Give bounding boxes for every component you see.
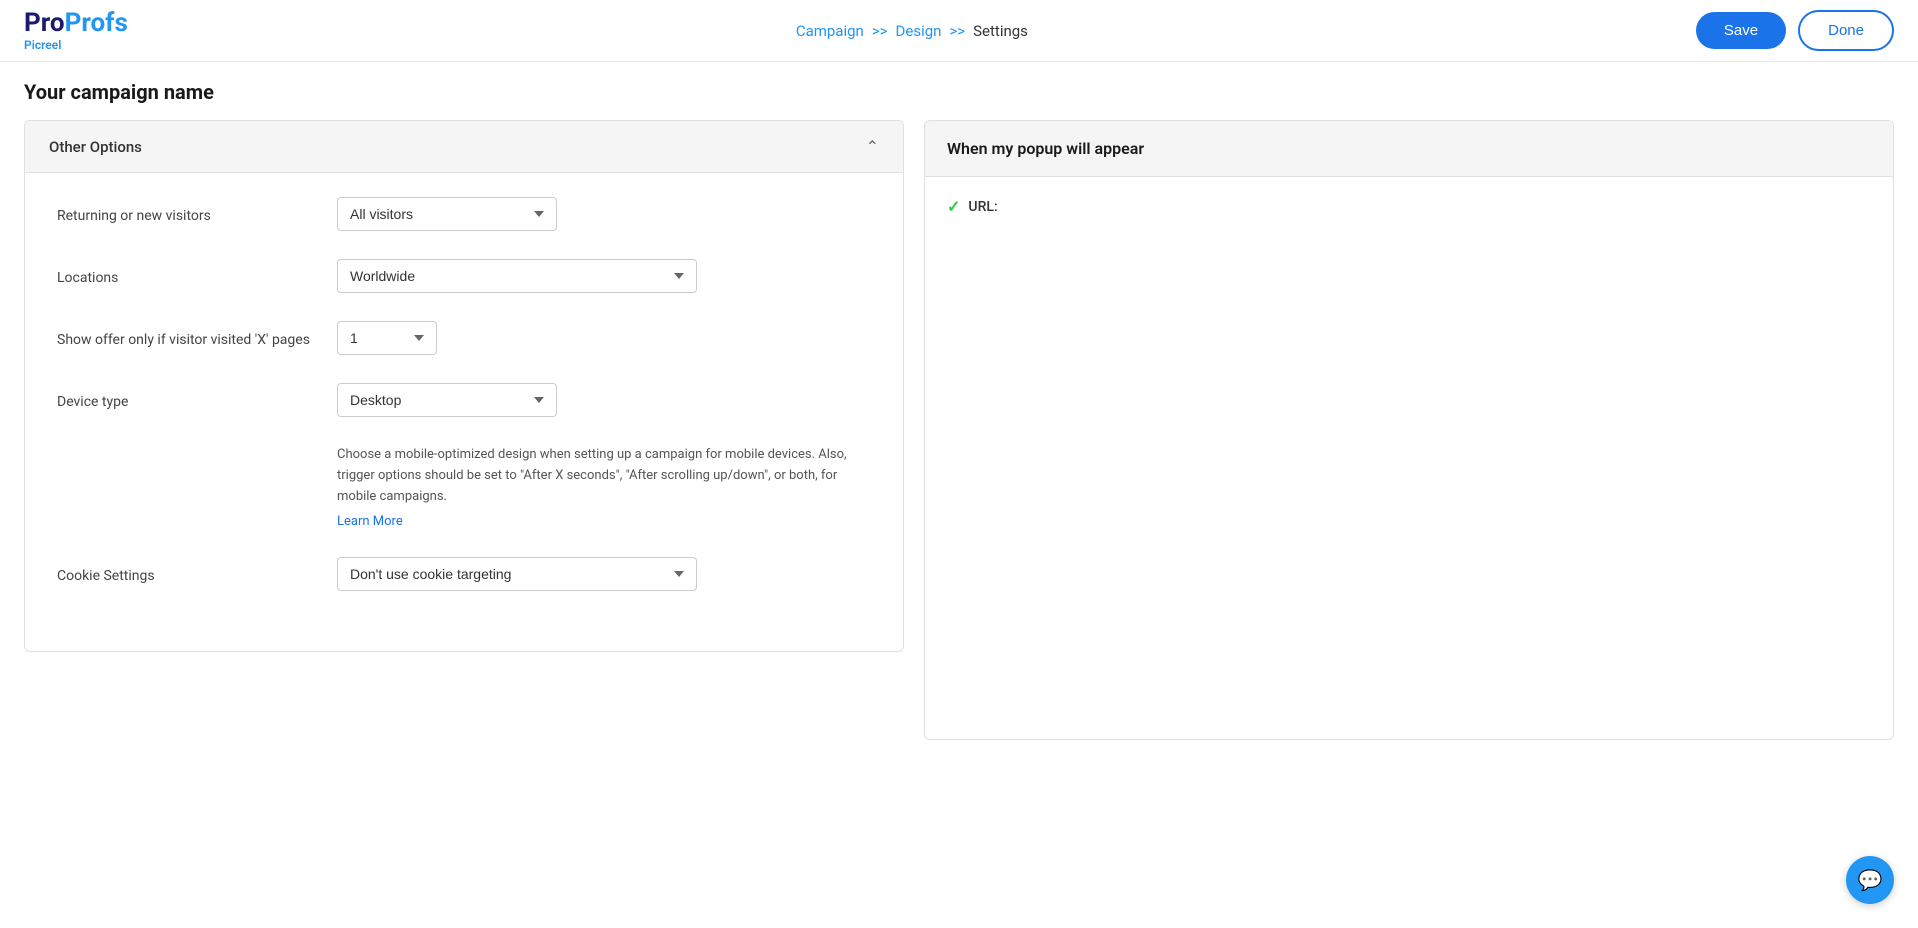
locations-control: Worldwide Specific countries xyxy=(337,259,871,293)
right-panel: When my popup will appear ✓ URL: xyxy=(924,120,1894,740)
logo: ProProfs Picreel xyxy=(24,10,128,52)
url-row: ✓ URL: xyxy=(947,197,1871,216)
chat-icon: 💬 xyxy=(1858,868,1883,892)
breadcrumb-campaign[interactable]: Campaign xyxy=(796,22,864,40)
returning-visitors-control: All visitors Returning visitors New visi… xyxy=(337,197,871,231)
device-type-control: Desktop Mobile All devices xyxy=(337,383,871,417)
mobile-hint-row: Choose a mobile-optimized design when se… xyxy=(57,445,871,529)
breadcrumb: Campaign >> Design >> Settings xyxy=(796,22,1028,40)
logo-profs: Profs xyxy=(65,8,128,38)
save-button[interactable]: Save xyxy=(1696,12,1786,49)
panel-header: Other Options ⌃ xyxy=(25,121,903,173)
page-title: Your campaign name xyxy=(24,80,1894,104)
cookie-settings-row: Cookie Settings Don't use cookie targeti… xyxy=(57,557,871,591)
right-panel-header: When my popup will appear xyxy=(925,121,1893,177)
logo-sub: Picreel xyxy=(24,38,61,52)
main-layout: Other Options ⌃ Returning or new visitor… xyxy=(24,120,1894,740)
mobile-hint-text: Choose a mobile-optimized design when se… xyxy=(337,445,871,507)
returning-visitors-label: Returning or new visitors xyxy=(57,204,337,224)
right-panel-title: When my popup will appear xyxy=(947,139,1144,158)
returning-visitors-select[interactable]: All visitors Returning visitors New visi… xyxy=(337,197,557,231)
chat-bubble[interactable]: 💬 xyxy=(1846,856,1894,904)
breadcrumb-sep2: >> xyxy=(949,22,965,40)
breadcrumb-settings[interactable]: Settings xyxy=(973,22,1028,40)
device-type-label: Device type xyxy=(57,390,337,410)
panel-body: Returning or new visitors All visitors R… xyxy=(25,173,903,651)
url-check-icon: ✓ xyxy=(947,197,960,216)
device-type-row: Device type Desktop Mobile All devices xyxy=(57,383,871,417)
cookie-settings-label: Cookie Settings xyxy=(57,564,337,584)
page-content: Your campaign name Other Options ⌃ Retur… xyxy=(0,62,1918,758)
header-actions: Save Done xyxy=(1696,10,1894,51)
panel-header-title: Other Options xyxy=(49,138,142,156)
header: ProProfs Picreel Campaign >> Design >> S… xyxy=(0,0,1918,62)
pages-visited-row: Show offer only if visitor visited 'X' p… xyxy=(57,321,871,355)
url-label: URL: xyxy=(968,199,997,215)
right-panel-body: ✓ URL: xyxy=(925,177,1893,236)
breadcrumb-design[interactable]: Design xyxy=(896,22,942,40)
device-type-select[interactable]: Desktop Mobile All devices xyxy=(337,383,557,417)
cookie-settings-select[interactable]: Don't use cookie targeting Use cookie ta… xyxy=(337,557,697,591)
breadcrumb-sep1: >> xyxy=(872,22,888,40)
pages-visited-select[interactable]: 1 2 3 4 5 xyxy=(337,321,437,355)
returning-visitors-row: Returning or new visitors All visitors R… xyxy=(57,197,871,231)
done-button[interactable]: Done xyxy=(1798,10,1894,51)
learn-more-link[interactable]: Learn More xyxy=(337,514,403,529)
mobile-hint-wrapper: Choose a mobile-optimized design when se… xyxy=(337,445,871,529)
left-panel: Other Options ⌃ Returning or new visitor… xyxy=(24,120,904,652)
collapse-icon[interactable]: ⌃ xyxy=(866,137,879,156)
locations-row: Locations Worldwide Specific countries xyxy=(57,259,871,293)
logo-pro: Pro xyxy=(24,8,65,38)
cookie-settings-control: Don't use cookie targeting Use cookie ta… xyxy=(337,557,871,591)
pages-visited-control: 1 2 3 4 5 xyxy=(337,321,871,355)
locations-select[interactable]: Worldwide Specific countries xyxy=(337,259,697,293)
locations-label: Locations xyxy=(57,266,337,286)
pages-visited-label: Show offer only if visitor visited 'X' p… xyxy=(57,328,337,348)
